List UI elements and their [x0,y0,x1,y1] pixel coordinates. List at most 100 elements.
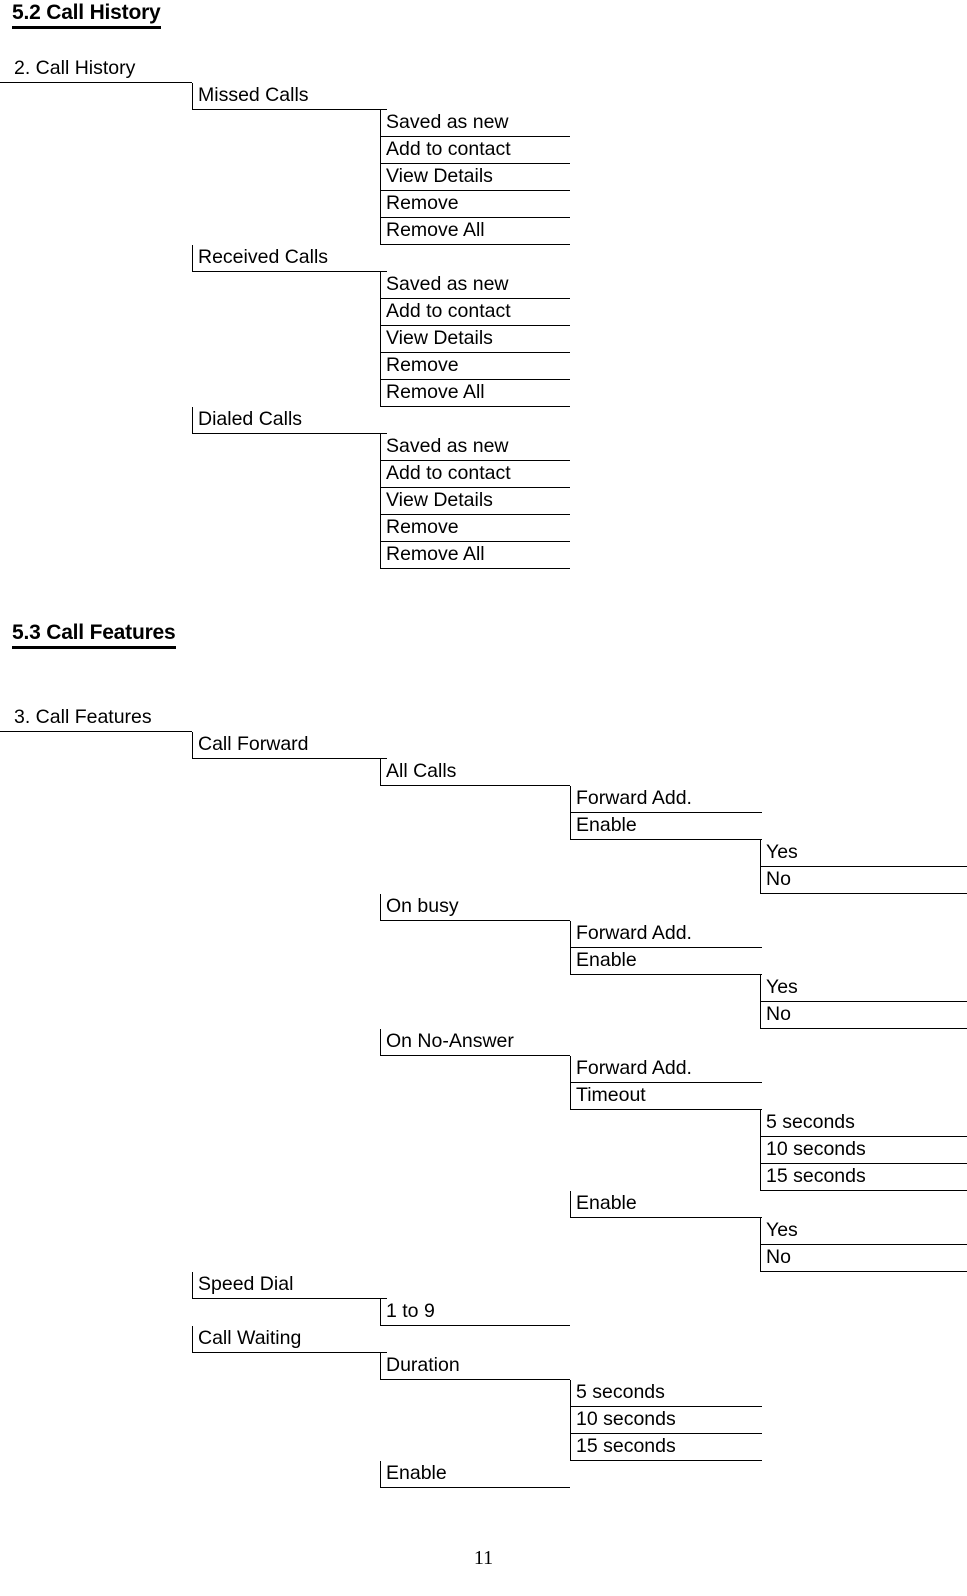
tree-node-label: Call Forward [198,733,309,755]
tree-node: All Calls [380,759,570,786]
tree-node-label: Add to contact [386,462,511,484]
tree-node: Call Forward [192,732,387,759]
tree-node: Remove [380,515,570,542]
tree-node-label: 1 to 9 [386,1300,435,1322]
tree-node: Enable [570,813,762,840]
tree-node-label: Saved as new [386,111,509,133]
section-heading: 5.3 Call Features [12,622,176,649]
tree-node-label: View Details [386,489,493,511]
tree-node-label: 3. Call Features [14,706,152,728]
tree-node-label: Enable [576,814,637,836]
tree-node-label: Yes [766,1219,798,1241]
tree-node: No [760,867,967,894]
tree-node: Yes [760,840,967,867]
tree-node: Forward Add. [570,786,762,813]
tree-node: 10 seconds [570,1407,762,1434]
tree-node-label: On No-Answer [386,1030,514,1052]
tree-node: View Details [380,164,570,191]
tree-node: Call Waiting [192,1326,387,1353]
tree-node-label: 15 seconds [766,1165,866,1187]
tree-node: Enable [570,1191,762,1218]
tree-node-label: Yes [766,976,798,998]
tree-node-label: 10 seconds [576,1408,676,1430]
tree-node-label: Missed Calls [198,84,309,106]
tree-node: Duration [380,1353,570,1380]
section-heading-text: 5.3 Call Features [12,622,176,649]
tree-node-label: Forward Add. [576,922,692,944]
tree-node: 15 seconds [570,1434,762,1461]
tree-node: Speed Dial [192,1272,387,1299]
tree-node: Remove All [380,218,570,245]
tree-node: Timeout [570,1083,762,1110]
tree-node-label: No [766,1003,791,1025]
tree-node-label: All Calls [386,760,457,782]
tree-node: Yes [760,1218,967,1245]
tree-node-label: 15 seconds [576,1435,676,1457]
tree-node-label: Timeout [576,1084,646,1106]
tree-node: 10 seconds [760,1137,967,1164]
tree-root-node: 2. Call History [0,56,192,83]
tree-node: Dialed Calls [192,407,387,434]
tree-node-label: Remove All [386,381,485,403]
tree-node: View Details [380,326,570,353]
tree-node-label: 5 seconds [766,1111,855,1133]
tree-node: Remove [380,353,570,380]
tree-node: On No-Answer [380,1029,570,1056]
tree-node-label: Add to contact [386,300,511,322]
tree-node: Remove All [380,542,570,569]
tree-node: Missed Calls [192,83,387,110]
tree-node-label: On busy [386,895,459,917]
tree-node-label: Remove [386,192,459,214]
tree-node-label: Yes [766,841,798,863]
tree-node: 5 seconds [570,1380,762,1407]
tree-node: Add to contact [380,299,570,326]
tree-node: 5 seconds [760,1110,967,1137]
document-page: 5.2 Call History 2. Call History Missed Ca… [0,0,967,1596]
tree-node: No [760,1002,967,1029]
tree-node-label: Duration [386,1354,460,1376]
tree-node: Received Calls [192,245,387,272]
tree-node-label: Remove All [386,543,485,565]
tree-node-label: Saved as new [386,273,509,295]
tree-node-label: Enable [386,1462,447,1484]
tree-node: Yes [760,975,967,1002]
tree-node-label: Remove All [386,219,485,241]
tree-node: Remove [380,191,570,218]
tree-node-label: Remove [386,354,459,376]
tree-node-label: Enable [576,949,637,971]
tree-node: Remove All [380,380,570,407]
tree-node-label: Received Calls [198,246,329,268]
tree-node: 15 seconds [760,1164,967,1191]
tree-node-label: 10 seconds [766,1138,866,1160]
tree-node-label: 5 seconds [576,1381,665,1403]
tree-node-label: View Details [386,165,493,187]
tree-node-label: View Details [386,327,493,349]
tree-node-label: Dialed Calls [198,408,303,430]
tree-node: Saved as new [380,434,570,461]
tree-node-label: 2. Call History [14,57,136,79]
tree-node: Enable [380,1461,570,1488]
tree-node-label: Saved as new [386,435,509,457]
tree-node: View Details [380,488,570,515]
page-number: 11 [473,1547,494,1569]
tree-root-node: 3. Call Features [0,705,192,732]
tree-node: No [760,1245,967,1272]
tree-node: Add to contact [380,137,570,164]
tree-node: On busy [380,894,570,921]
tree-node-label: Speed Dial [198,1273,294,1295]
tree-node: Saved as new [380,272,570,299]
tree-node-label: No [766,1246,791,1268]
tree-node: Forward Add. [570,921,762,948]
tree-node-label: Forward Add. [576,787,692,809]
tree-node-label: Remove [386,516,459,538]
tree-node: Forward Add. [570,1056,762,1083]
tree-node-label: Forward Add. [576,1057,692,1079]
tree-node: Add to contact [380,461,570,488]
section-heading: 5.2 Call History [12,2,161,29]
section-heading-text: 5.2 Call History [12,2,161,29]
tree-node-label: Add to contact [386,138,511,160]
tree-node-label: No [766,868,791,890]
tree-node-label: Call Waiting [198,1327,302,1349]
tree-node: Enable [570,948,762,975]
tree-node: 1 to 9 [380,1299,570,1326]
